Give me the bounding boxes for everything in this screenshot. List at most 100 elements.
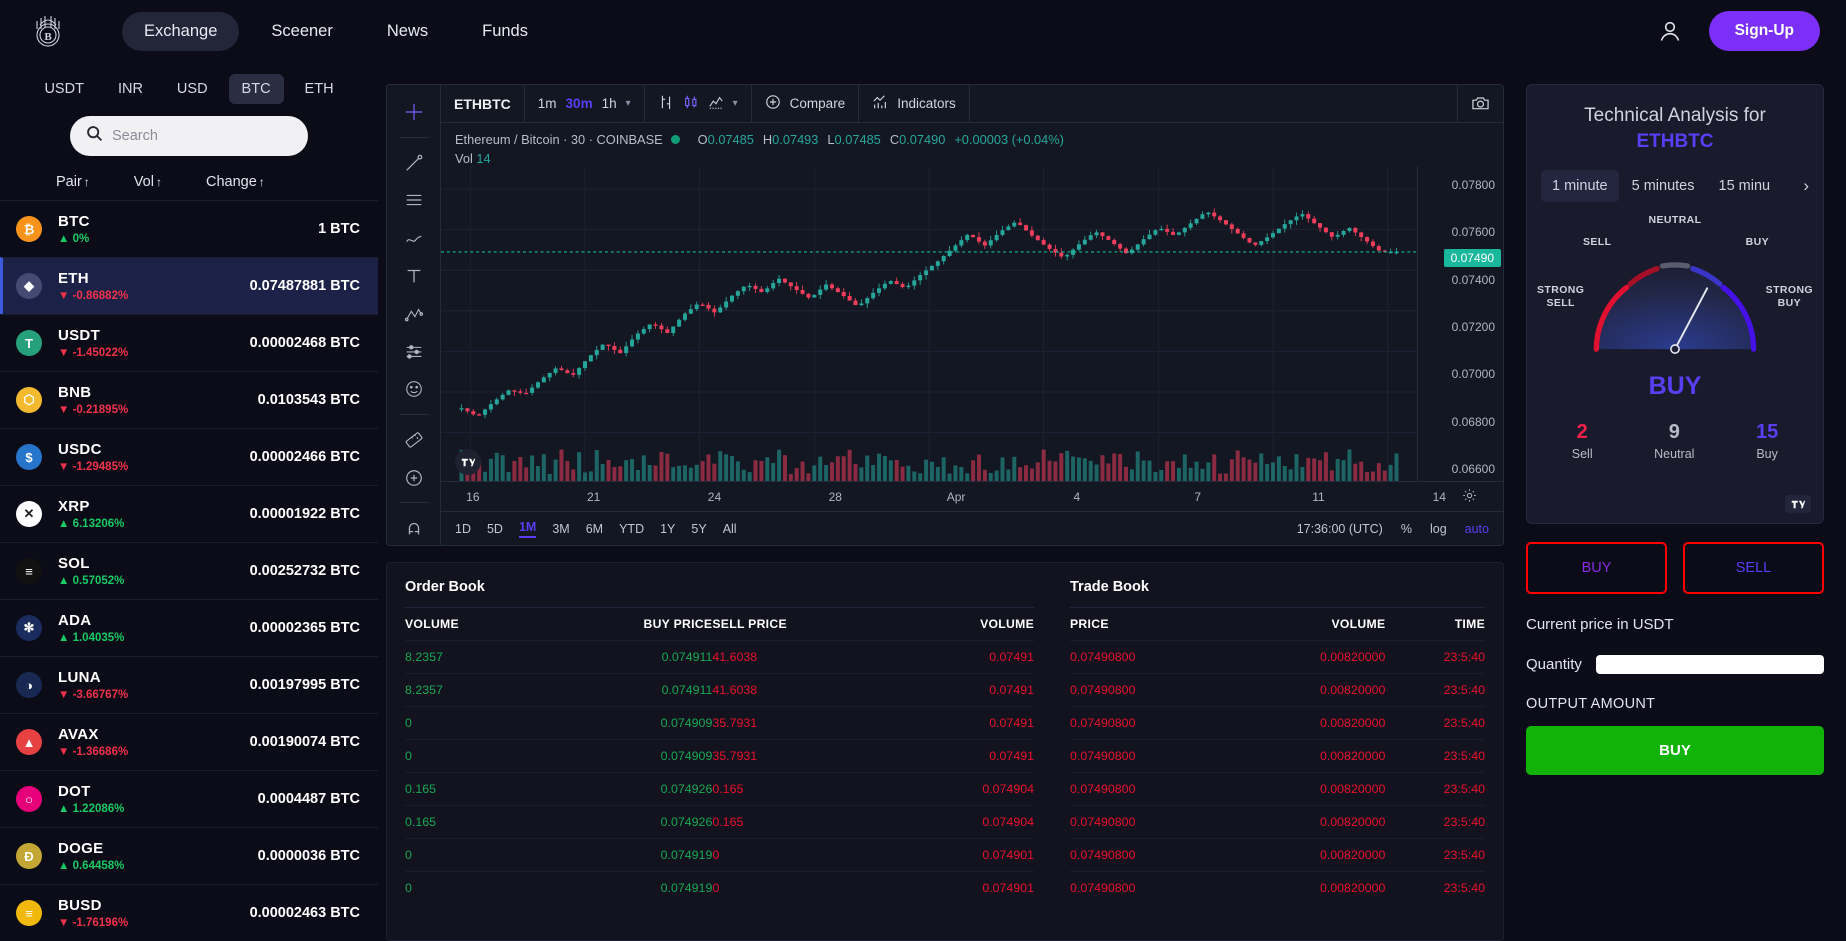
range-1y[interactable]: 1Y [660, 522, 675, 536]
currency-tab-usd[interactable]: USD [164, 74, 221, 104]
bar-chart-type-icon[interactable] [658, 94, 674, 113]
chevron-right-icon[interactable]: › [1803, 176, 1809, 196]
range-ytd[interactable]: YTD [619, 522, 644, 536]
camera-snapshot-icon[interactable] [1457, 85, 1503, 122]
sell-tab-button[interactable]: SELL [1683, 542, 1824, 594]
table-row[interactable]: 0.07490800 0.00820000 23:5:40 [1070, 706, 1485, 740]
pair-row[interactable]: Ð DOGE ▲ 0.64458% 0.0000036 BTC [0, 827, 378, 884]
chart-settings-icon[interactable] [1462, 488, 1477, 506]
crosshair-tool-icon[interactable] [395, 95, 433, 129]
table-row[interactable]: 8.2357 0.074911 41.6038 0.07491 [405, 673, 1034, 707]
measure-tool-icon[interactable] [395, 423, 433, 457]
range-5y[interactable]: 5Y [691, 522, 706, 536]
range-6m[interactable]: 6M [586, 522, 603, 536]
table-row[interactable]: 8.2357 0.074911 41.6038 0.07491 [405, 640, 1034, 674]
nav-item-news[interactable]: News [365, 12, 450, 51]
quantity-input[interactable] [1595, 655, 1824, 674]
tb-col-volume[interactable]: VOLUME [1227, 607, 1386, 641]
range-1m[interactable]: 1M [518, 520, 537, 538]
table-row[interactable]: 0.07490800 0.00820000 23:5:40 [1070, 673, 1485, 707]
table-row[interactable]: 0.07490800 0.00820000 23:5:40 [1070, 772, 1485, 806]
nav-item-exchange[interactable]: Exchange [122, 11, 240, 51]
ta-tab-5-minutes[interactable]: 5 minutes [1621, 170, 1706, 202]
forecast-tool-icon[interactable] [395, 334, 433, 368]
search-box[interactable] [70, 116, 308, 156]
table-row[interactable]: 0.165 0.074926 0.165 0.074904 [405, 772, 1034, 806]
pair-row[interactable]: ₿ BTC ▲ 0% 1 BTC [0, 200, 378, 257]
table-row[interactable]: 0.07490800 0.00820000 23:5:40 [1070, 805, 1485, 839]
table-row[interactable]: 0.165 0.074926 0.165 0.074904 [405, 805, 1034, 839]
pair-row[interactable]: ≡ SOL ▲ 0.57052% 0.00252732 BTC [0, 542, 378, 599]
table-row[interactable]: 0.07490800 0.00820000 23:5:40 [1070, 871, 1485, 904]
compare-button[interactable]: Compare [752, 85, 860, 122]
pair-row[interactable]: $ USDC ▼ -1.29485% 0.00002466 BTC [0, 428, 378, 485]
tradingview-logo-icon[interactable] [1785, 495, 1811, 513]
brush-tool-icon[interactable] [395, 221, 433, 255]
crypto-logo-icon[interactable]: B [26, 9, 70, 53]
price-axis[interactable]: 0.07800 0.07600 0.07400 0.07200 0.07000 0.068… [1417, 166, 1503, 481]
pair-row[interactable]: ▲ AVAX ▼ -1.36686% 0.00190074 BTC [0, 713, 378, 770]
pair-row[interactable]: ✕ XRP ▲ 6.13206% 0.00001922 BTC [0, 485, 378, 542]
buy-tab-button[interactable]: BUY [1526, 542, 1667, 594]
chart-symbol[interactable]: ETHBTC [441, 85, 525, 122]
search-input[interactable] [112, 128, 292, 144]
ob-col-buy-price[interactable]: BUY PRICE [540, 607, 713, 641]
interval-1h[interactable]: 1h [602, 96, 617, 111]
chevron-down-icon[interactable]: ▾ [733, 98, 738, 109]
pair-row[interactable]: ✻ ADA ▲ 1.04035% 0.00002365 BTC [0, 599, 378, 656]
sort-by-vol[interactable]: Vol ↑ [134, 174, 162, 190]
pair-row[interactable]: ≡ BUSD ▼ -1.76196% 0.00002463 BTC [0, 884, 378, 941]
log-scale-toggle[interactable]: log [1430, 522, 1447, 536]
pair-row[interactable]: ⬡ BNB ▼ -0.21895% 0.0103543 BTC [0, 371, 378, 428]
pair-row[interactable]: ◆ ETH ▼ -0.86882% 0.07487881 BTC [0, 257, 378, 314]
table-row[interactable]: 0.07490800 0.00820000 23:5:40 [1070, 739, 1485, 773]
currency-tab-eth[interactable]: ETH [292, 74, 347, 104]
range-5d[interactable]: 5D [487, 522, 503, 536]
range-3m[interactable]: 3M [552, 522, 569, 536]
ob-col-volume-sell[interactable]: VOLUME [898, 607, 1034, 641]
currency-tab-inr[interactable]: INR [105, 74, 156, 104]
range-1d[interactable]: 1D [455, 522, 471, 536]
patterns-tool-icon[interactable] [395, 297, 433, 331]
ta-tab-15-minutes[interactable]: 15 minu [1708, 170, 1782, 202]
tb-col-price[interactable]: PRICE [1070, 607, 1228, 641]
candlestick-plot[interactable] [441, 166, 1417, 481]
horizontal-lines-tool-icon[interactable] [395, 183, 433, 217]
area-chart-type-icon[interactable] [708, 94, 724, 113]
trendline-tool-icon[interactable] [395, 146, 433, 180]
ta-tab-1-minute[interactable]: 1 minute [1541, 170, 1619, 203]
chevron-down-icon[interactable]: ▾ [626, 98, 631, 109]
submit-buy-button[interactable]: BUY [1526, 726, 1824, 775]
interval-30m[interactable]: 30m [566, 96, 593, 111]
nav-item-funds[interactable]: Funds [460, 12, 550, 51]
time-axis[interactable]: 16 21 24 28 Apr 4 7 11 14 [441, 481, 1503, 511]
table-row[interactable]: 0.07490800 0.00820000 23:5:40 [1070, 640, 1485, 674]
table-row[interactable]: 0 0.074919 0 0.074901 [405, 871, 1034, 904]
text-tool-icon[interactable] [395, 259, 433, 293]
table-row[interactable]: 0 0.074919 0 0.074901 [405, 838, 1034, 872]
magnet-tool-icon[interactable] [395, 511, 433, 545]
auto-scale-toggle[interactable]: auto [1465, 522, 1489, 536]
currency-tab-btc[interactable]: BTC [228, 74, 284, 104]
pair-row[interactable]: ◑ LUNA ▼ -3.66767% 0.00197995 BTC [0, 656, 378, 713]
emoji-tool-icon[interactable] [395, 372, 433, 406]
currency-tab-usdt[interactable]: USDT [31, 74, 96, 104]
signup-button[interactable]: Sign-Up [1708, 11, 1820, 51]
range-all[interactable]: All [723, 522, 737, 536]
ob-col-volume-buy[interactable]: VOLUME [405, 607, 540, 641]
user-account-icon[interactable] [1657, 18, 1683, 44]
ob-col-sell-price[interactable]: SELL PRICE [712, 607, 899, 641]
candlestick-chart-type-icon[interactable] [683, 94, 699, 113]
percent-scale-toggle[interactable]: % [1401, 522, 1412, 536]
table-row[interactable]: 0.07490800 0.00820000 23:5:40 [1070, 838, 1485, 872]
table-row[interactable]: 0 0.074909 35.7931 0.07491 [405, 706, 1034, 740]
pair-row[interactable]: T USDT ▼ -1.45022% 0.00002468 BTC [0, 314, 378, 371]
indicators-button[interactable]: Indicators [859, 85, 970, 122]
nav-item-sceener[interactable]: Sceener [249, 12, 354, 51]
sort-by-change[interactable]: Change ↑ [206, 174, 265, 190]
table-row[interactable]: 0 0.074909 35.7931 0.07491 [405, 739, 1034, 773]
zoom-tool-icon[interactable] [395, 461, 433, 495]
interval-1m[interactable]: 1m [538, 96, 557, 111]
pair-row[interactable]: ○ DOT ▲ 1.22086% 0.0004487 BTC [0, 770, 378, 827]
pair-list[interactable]: ₿ BTC ▲ 0% 1 BTC ◆ ETH ▼ -0.86882% 0.07487881 B… [0, 200, 378, 941]
